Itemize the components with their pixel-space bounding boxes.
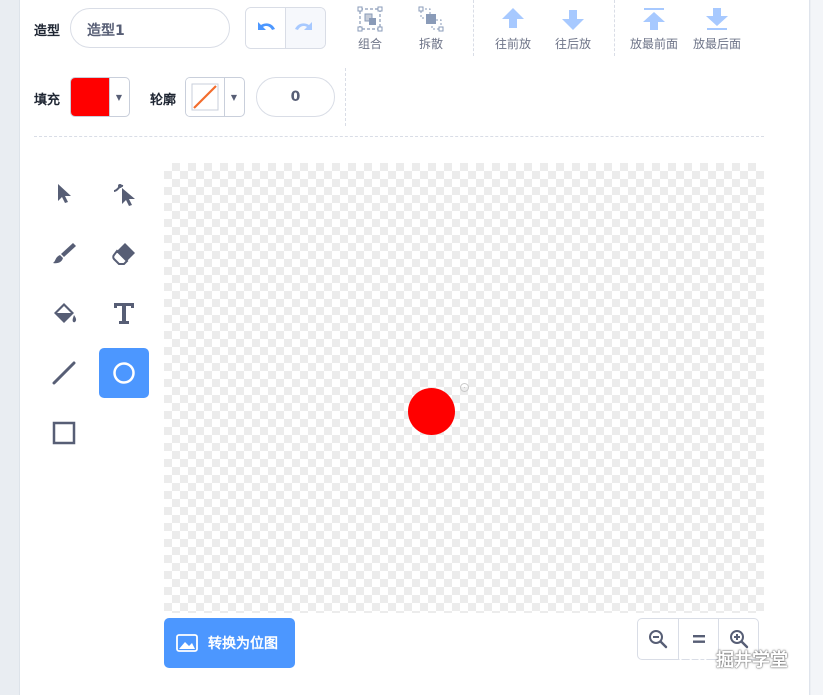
zoom-out-icon — [649, 630, 668, 649]
dropdown-caret-icon: ▼ — [224, 78, 243, 116]
undo-redo-group — [245, 7, 326, 49]
toolbar-separator — [614, 0, 615, 56]
convert-to-bitmap-button[interactable]: 转换为位图 — [164, 618, 295, 668]
line-icon — [52, 361, 76, 385]
undo-button[interactable] — [246, 8, 286, 48]
left-edge-strip — [0, 0, 20, 695]
forward-button[interactable]: 往前放 — [495, 6, 531, 52]
dropdown-caret-icon: ▼ — [109, 78, 128, 116]
send-to-back-button[interactable]: 放最后面 — [693, 6, 741, 52]
group-icon — [357, 6, 383, 32]
costume-name-input[interactable]: 造型1 — [70, 8, 230, 48]
toolbar-separator — [345, 68, 346, 126]
watermark-text: 掘井学堂 — [716, 650, 788, 671]
fill-bucket-icon — [54, 303, 77, 323]
convert-to-bitmap-label: 转换为位图 — [208, 636, 278, 652]
send-to-back-label: 放最后面 — [693, 37, 742, 51]
outline-color-picker[interactable]: ▼ — [185, 77, 245, 117]
zoom-out-button[interactable] — [638, 619, 678, 659]
redo-button[interactable] — [285, 8, 325, 48]
no-outline-swatch — [186, 78, 224, 116]
outline-label: 轮廓 — [150, 93, 177, 108]
costume-label: 造型 — [34, 24, 61, 39]
no-color-icon — [191, 83, 219, 111]
equals-icon — [692, 635, 705, 643]
group-label: 组合 — [357, 37, 382, 51]
forward-label: 往前放 — [495, 37, 532, 51]
toolbar-separator — [473, 0, 474, 56]
tool-reshape[interactable] — [99, 168, 149, 218]
eraser-icon — [112, 243, 135, 265]
fill-color-picker[interactable]: ▼ — [70, 77, 130, 117]
right-edge-strip — [811, 0, 823, 695]
select-arrow-icon — [58, 184, 71, 203]
fill-color-swatch — [71, 78, 109, 116]
circle-icon — [113, 362, 135, 384]
tool-line[interactable] — [39, 348, 89, 398]
fill-label: 填充 — [34, 93, 61, 108]
brush-icon — [53, 243, 76, 264]
ungroup-label: 拆散 — [418, 37, 443, 51]
outline-width-input[interactable]: 0 — [256, 77, 335, 117]
backward-button[interactable]: 往后放 — [555, 6, 591, 52]
toolbar-divider — [34, 136, 764, 137]
rectangle-icon — [52, 421, 76, 445]
image-icon — [176, 634, 198, 652]
tool-rectangle[interactable] — [39, 408, 89, 458]
drawn-red-circle[interactable] — [408, 388, 455, 435]
ungroup-button[interactable]: 拆散 — [418, 6, 444, 52]
tool-text[interactable] — [99, 288, 149, 338]
bring-to-front-label: 放最前面 — [630, 37, 679, 51]
watermark: 掘井学堂 — [678, 646, 788, 672]
ungroup-icon — [418, 6, 444, 32]
arrow-to-top-icon — [643, 8, 665, 30]
tool-select[interactable] — [39, 168, 89, 218]
tool-brush[interactable] — [39, 228, 89, 278]
tool-fill[interactable] — [39, 288, 89, 338]
wechat-icon — [679, 648, 707, 670]
tool-eraser[interactable] — [99, 228, 149, 278]
paint-canvas[interactable] — [164, 163, 764, 613]
backward-label: 往后放 — [555, 37, 592, 51]
arrow-to-bottom-icon — [706, 8, 728, 30]
arrow-up-icon — [502, 8, 524, 28]
undo-icon — [258, 22, 276, 30]
arrow-down-icon — [562, 10, 584, 30]
costume-center-marker — [460, 383, 469, 392]
tool-circle[interactable] — [99, 348, 149, 398]
redo-icon — [295, 22, 313, 30]
text-icon — [114, 303, 134, 324]
reshape-icon — [113, 184, 135, 206]
bring-to-front-button[interactable]: 放最前面 — [630, 6, 678, 52]
group-button[interactable]: 组合 — [357, 6, 383, 52]
